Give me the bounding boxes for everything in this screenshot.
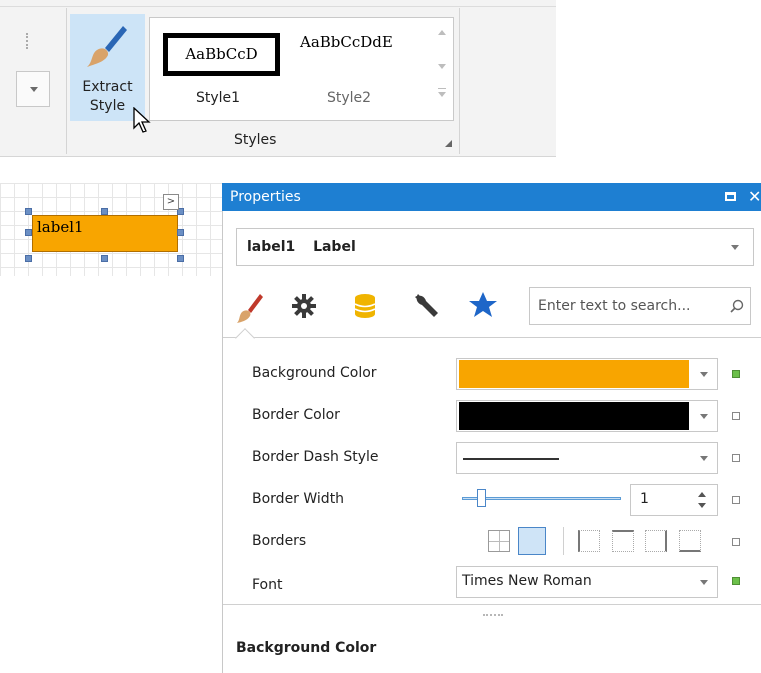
properties-title: Properties [222, 183, 761, 211]
borders-separator [563, 527, 564, 555]
chevron-down-icon [700, 456, 708, 461]
property-search-input[interactable]: Enter text to search... [529, 287, 751, 325]
font-editor[interactable]: Times New Roman [456, 566, 718, 598]
object-type: Label [313, 239, 356, 255]
selection-handle[interactable] [101, 255, 108, 262]
prop-name-border-dash-style: Border Dash Style [252, 449, 379, 465]
border-width-slider-thumb[interactable] [477, 489, 486, 507]
prop-name-borders: Borders [252, 533, 307, 549]
wrench-icon[interactable] [412, 291, 440, 319]
style1-label: Style1 [196, 90, 241, 106]
styles-group-label: Styles [234, 132, 277, 148]
search-icon [730, 299, 744, 313]
star-icon[interactable] [468, 290, 498, 320]
splitter-grip[interactable] [483, 614, 503, 618]
border-color-swatch [459, 402, 689, 430]
object-selector[interactable]: label1 Label [236, 228, 754, 266]
report-label-control[interactable]: label1 [32, 215, 178, 252]
ribbon-divider [459, 8, 460, 154]
chevron-down-icon [30, 87, 38, 92]
font-size-combo[interactable] [16, 71, 50, 107]
background-color-swatch [459, 360, 689, 388]
ribbon-top-border [0, 6, 556, 7]
modified-indicator [732, 577, 740, 585]
chevron-down-icon [700, 414, 708, 419]
gallery-scroll-down-icon[interactable] [438, 64, 446, 69]
style2-label: Style2 [327, 90, 372, 106]
spin-up-icon[interactable] [698, 492, 706, 497]
solid-line-preview [463, 458, 559, 460]
selection-handle[interactable] [25, 255, 32, 262]
border-bottom-icon[interactable] [679, 530, 701, 552]
default-indicator [732, 496, 740, 504]
modified-indicator [732, 370, 740, 378]
prop-name-background-color: Background Color [252, 365, 377, 381]
object-name: label1 [247, 239, 296, 255]
borders-all-icon[interactable] [518, 527, 546, 555]
border-width-spinner[interactable]: 1 [630, 484, 718, 516]
maximize-icon[interactable] [725, 183, 736, 211]
border-left-icon[interactable] [578, 530, 600, 552]
close-icon[interactable]: ✕ [748, 183, 761, 211]
tabs-underline [223, 337, 761, 338]
paintbrush-icon [87, 26, 127, 67]
ribbon-gripper [20, 33, 28, 49]
style2-preview[interactable]: AaBbCcDdE [300, 33, 420, 51]
chevron-down-icon [731, 245, 739, 250]
selection-handle[interactable] [25, 208, 32, 215]
border-top-icon[interactable] [612, 530, 634, 552]
gallery-expand-bar [438, 88, 446, 89]
border-dash-style-editor[interactable] [456, 442, 718, 474]
borders-none-icon[interactable] [488, 530, 510, 552]
selection-handle[interactable] [177, 229, 184, 236]
prop-name-border-color: Border Color [252, 407, 340, 423]
smart-tag-button[interactable]: > [163, 194, 179, 210]
description-splitter[interactable] [223, 604, 761, 605]
default-indicator [732, 412, 740, 420]
selection-handle[interactable] [101, 208, 108, 215]
chevron-down-icon [700, 372, 708, 377]
gear-icon[interactable] [291, 293, 317, 319]
selection-handle[interactable] [177, 255, 184, 262]
gallery-expand-icon[interactable] [438, 92, 446, 97]
default-indicator [732, 538, 740, 546]
default-indicator [732, 454, 740, 462]
prop-name-border-width: Border Width [252, 491, 345, 507]
prop-name-font: Font [252, 577, 283, 593]
spin-down-icon[interactable] [698, 503, 706, 508]
style1-preview[interactable]: AaBbCcD [163, 33, 280, 76]
border-width-value: 1 [640, 491, 649, 507]
font-value: Times New Roman [462, 573, 592, 589]
database-icon[interactable] [353, 292, 377, 320]
selection-handle[interactable] [25, 229, 32, 236]
description-title: Background Color [236, 640, 377, 656]
brush-icon[interactable] [236, 290, 264, 324]
border-right-icon[interactable] [645, 530, 667, 552]
gallery-scroll-up-icon[interactable] [438, 30, 446, 35]
ribbon-divider [66, 8, 67, 154]
dialog-launcher-icon[interactable] [445, 140, 452, 147]
gallery-scroll-buttons [433, 18, 453, 120]
chevron-down-icon [700, 580, 708, 585]
